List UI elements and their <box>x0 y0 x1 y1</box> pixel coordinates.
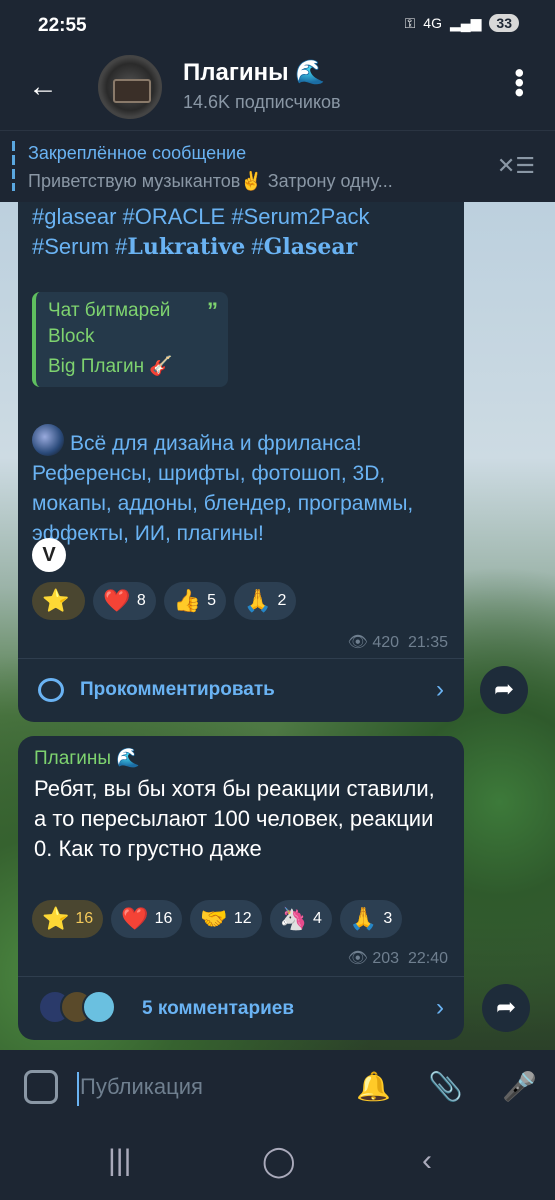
commenter-avatars <box>38 990 116 1024</box>
pinned-text: Приветствую музыкантов✌️ Затрону одну... <box>28 171 393 191</box>
signal-icon: ▂▄▆ <box>449 14 482 31</box>
attach-icon[interactable]: 📎 <box>428 1070 463 1103</box>
battery-badge: 33 <box>489 14 519 32</box>
quote-line: Чат битмарей <box>48 300 171 321</box>
status-icons: ⚿ 4G ▂▄▆ 33 <box>405 14 519 32</box>
message-meta: 👁 203 22:40 <box>347 950 448 967</box>
message-input[interactable]: Публикация <box>80 1074 203 1100</box>
more-vert-icon[interactable]: ••• <box>504 68 535 97</box>
mic-icon[interactable]: 🎤 <box>502 1070 537 1103</box>
pinned-title: Закреплённое сообщение <box>28 143 247 163</box>
back-arrow-icon[interactable]: ← <box>28 72 58 102</box>
avatar <box>82 990 116 1024</box>
forward-button[interactable]: ➦ <box>482 984 530 1032</box>
bell-icon[interactable]: 🔔 <box>356 1070 391 1103</box>
message-meta: 👁 420 21:35 <box>347 634 448 651</box>
message-composer: Публикация 🔔 📎 🎤 <box>0 1050 555 1128</box>
promo-text[interactable]: Всё для дизайна и фриланса! Референсы, ш… <box>32 424 462 549</box>
eye-icon: 👁 <box>347 950 368 967</box>
channel-title[interactable]: Плагины 🌊 <box>183 58 325 87</box>
channel-avatar[interactable] <box>98 55 162 119</box>
system-nav-bar: ||| ◯ ‹ <box>0 1128 555 1200</box>
message-text: Ребят, вы бы хотя бы реакции ставили, а … <box>34 776 435 861</box>
comment-button[interactable]: Прокомментировать <box>38 678 275 702</box>
unpin-icon[interactable]: ✕☰ <box>497 153 535 179</box>
hashtags-line-2[interactable]: #Serum #Lukrative #Glasear <box>32 232 370 262</box>
chat-header: ← Плагины 🌊 14.6K подписчиков ••• <box>0 50 555 130</box>
network-label: 4G <box>423 15 442 31</box>
reactions-row: ⭐ 16 ❤️ 16 🤝 12 🦄 4 🙏 3 <box>32 900 403 938</box>
reaction-chip[interactable]: 👍 5 <box>163 582 227 620</box>
hashtags-line-1[interactable]: #glasear #ORACLE #Serum2Pack <box>32 202 370 232</box>
reaction-chip[interactable]: ❤️ 16 <box>111 900 183 938</box>
quote-line: Block <box>48 326 95 347</box>
forward-button[interactable]: ➦ <box>480 666 528 714</box>
emoji-icon[interactable] <box>24 1070 58 1104</box>
reaction-chip[interactable]: 🙏 2 <box>234 582 297 620</box>
quote-line: Big Плагин 🎸 <box>48 356 174 377</box>
quote-block[interactable]: Чат битмарей Block Big Плагин 🎸 ” <box>32 292 228 387</box>
key-icon: ⚿ <box>404 14 416 31</box>
reaction-chip[interactable]: 🦄 4 <box>269 900 332 938</box>
v-logo-icon: V <box>32 538 66 572</box>
reaction-chip[interactable]: 🙏 3 <box>339 900 403 938</box>
reaction-chip[interactable]: ⭐ 16 <box>32 900 104 938</box>
divider <box>18 976 464 977</box>
status-bar: 22:55 ⚿ 4G ▂▄▆ 33 <box>0 0 555 50</box>
comment-icon <box>38 678 64 702</box>
recent-apps-icon[interactable]: ||| <box>108 1144 131 1178</box>
reaction-chip[interactable]: ❤️ 8 <box>93 582 156 620</box>
reaction-chip[interactable]: 🤝 12 <box>190 900 262 938</box>
status-time: 22:55 <box>38 15 87 36</box>
message-bubble-2[interactable]: Плагины 🌊 Ребят, вы бы хотя бы реакции с… <box>18 736 464 1040</box>
chevron-right-icon[interactable]: › <box>436 994 444 1022</box>
back-icon[interactable]: ‹ <box>422 1144 432 1178</box>
comments-button[interactable]: 5 комментариев <box>142 998 294 1020</box>
chevron-right-icon[interactable]: › <box>436 676 444 704</box>
channel-subscribers: 14.6K подписчиков <box>183 92 341 112</box>
pinned-indicator <box>12 141 15 191</box>
eye-icon: 👁 <box>347 634 368 651</box>
home-icon[interactable]: ◯ <box>262 1144 296 1179</box>
message-bubble-1[interactable]: #glasear #ORACLE #Serum2Pack #Serum #Luk… <box>18 202 464 722</box>
reaction-chip[interactable]: ⭐ <box>32 582 86 620</box>
hashtags: #glasear #ORACLE #Serum2Pack #Serum #Luk… <box>32 202 370 262</box>
divider <box>18 658 464 659</box>
pinned-message-bar[interactable]: Закреплённое сообщение Приветствую музык… <box>0 130 555 202</box>
cinema4d-icon <box>32 424 64 456</box>
message-author[interactable]: Плагины 🌊 <box>34 746 140 770</box>
text-caret <box>77 1072 79 1106</box>
quote-icon: ” <box>207 298 218 323</box>
reactions-row: ⭐ ❤️ 8 👍 5 🙏 2 <box>32 582 297 620</box>
